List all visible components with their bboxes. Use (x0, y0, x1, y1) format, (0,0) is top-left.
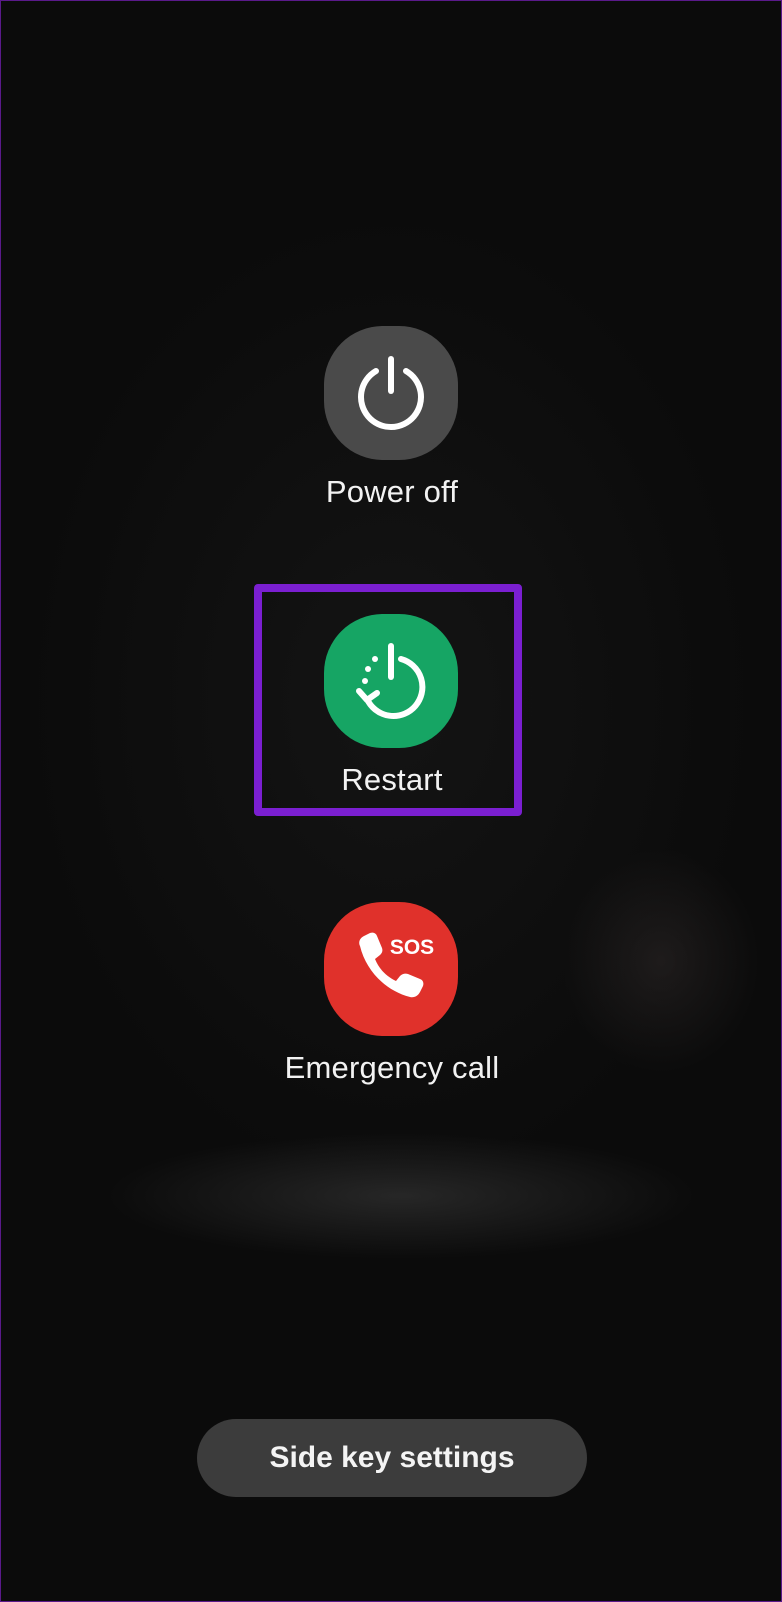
restart-icon (356, 643, 426, 719)
power-menu-screen: Power off Restart SOS Emergency call Sid… (0, 0, 782, 1602)
power-off-button[interactable] (324, 326, 458, 460)
restart-button[interactable] (324, 614, 458, 748)
power-icon (358, 356, 424, 430)
sos-phone-icon: SOS (359, 932, 434, 998)
side-key-settings-button[interactable]: Side key settings (197, 1419, 587, 1497)
emergency-call-button[interactable]: SOS (324, 902, 458, 1036)
power-off-label: Power off (325, 474, 459, 509)
sos-badge: SOS (390, 936, 434, 959)
restart-label: Restart (341, 762, 443, 797)
emergency-call-label: Emergency call (284, 1050, 500, 1085)
side-key-settings-label: Side key settings (269, 1441, 515, 1474)
